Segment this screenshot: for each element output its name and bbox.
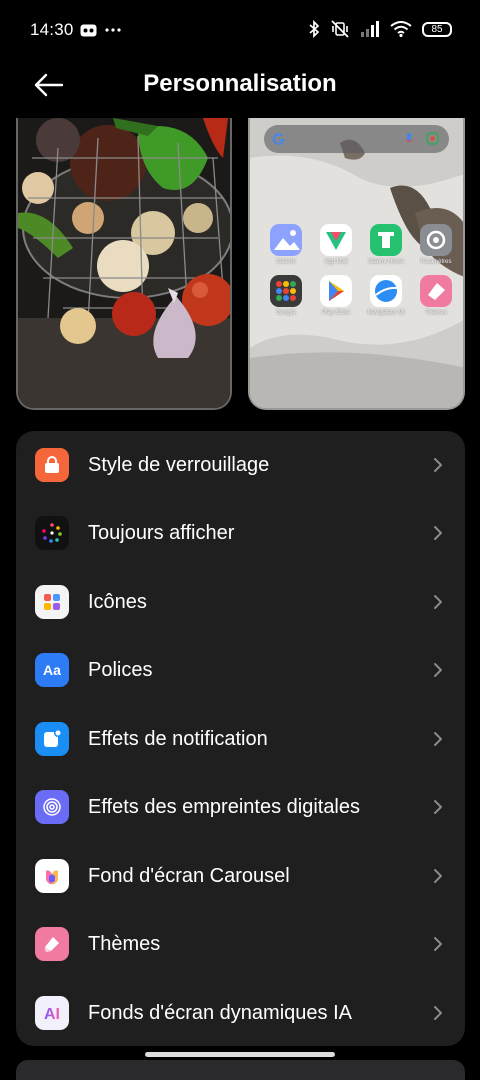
preview-app: App Mall	[314, 224, 358, 265]
settings-row[interactable]: Thèmes	[16, 910, 465, 978]
fingerprint-icon	[35, 790, 69, 824]
xiaomi-home-icon	[370, 224, 402, 256]
gallery-icon	[270, 224, 302, 256]
vibrate-off-icon	[331, 20, 349, 38]
chevron-right-icon	[434, 1006, 442, 1020]
settings-row[interactable]: Effets des empreintes digitales	[16, 773, 465, 841]
settings-row[interactable]: Icônes	[16, 568, 465, 636]
settings-row-label: Effets des empreintes digitales	[88, 795, 361, 818]
bluetooth-icon	[309, 20, 320, 38]
preview-app: Thèmes	[414, 275, 458, 316]
lock-icon	[35, 448, 69, 482]
preview-app-label: Xiaomi Home	[367, 259, 404, 265]
lock-screen-preview[interactable]	[16, 118, 232, 410]
settings-row[interactable]: AI Fonds d'écran dynamiques IA	[16, 979, 465, 1047]
app-mall-icon	[320, 224, 352, 256]
carousel-icon	[35, 859, 69, 893]
settings-list: Style de verrouillage Toujours afficher Ic…	[16, 431, 465, 1046]
mic-icon[interactable]	[405, 133, 413, 145]
settings-row-label: Polices	[88, 658, 153, 681]
preview-app-label: Navigateur Mi	[367, 310, 405, 316]
settings-row-label: Effets de notification	[88, 727, 268, 750]
themes-icon	[35, 927, 69, 961]
gesture-bar[interactable]	[145, 1052, 335, 1057]
settings-row-label: Fonds d'écran dynamiques IA	[88, 1001, 352, 1024]
ai-icon: AI	[35, 996, 69, 1030]
preview-app: Paramètres	[414, 224, 458, 265]
google-search-bar[interactable]	[264, 125, 449, 153]
settings-row[interactable]: Effets de notification	[16, 705, 465, 773]
notification-app-icon	[80, 24, 97, 36]
lock-screen-wallpaper	[18, 118, 230, 408]
app-grid: Galerie App Mall Xiaomi Home Paramètres Goog…	[264, 224, 454, 316]
chevron-right-icon	[434, 458, 442, 472]
google-logo-icon	[272, 133, 285, 145]
status-bar: 14:30 85	[0, 0, 480, 60]
settings-row[interactable]: Fond d'écran Carousel	[16, 842, 465, 910]
notification-icon	[35, 722, 69, 756]
chevron-right-icon	[434, 800, 442, 814]
chevron-right-icon	[434, 732, 442, 746]
preview-app: Xiaomi Home	[364, 224, 408, 265]
font-icon: Aa	[35, 653, 69, 687]
settings-row-label: Style de verrouillage	[88, 453, 270, 476]
wifi-icon	[390, 21, 412, 37]
always-on-display-icon	[35, 516, 69, 550]
preview-app: Navigateur Mi	[364, 275, 408, 316]
play-store-icon	[320, 275, 352, 307]
chevron-right-icon	[434, 937, 442, 951]
more-notifications-icon	[105, 28, 121, 32]
next-card-peek	[16, 1060, 465, 1080]
settings-row-label: Fond d'écran Carousel	[88, 864, 290, 887]
home-screen-preview[interactable]: Galerie App Mall Xiaomi Home Paramètres Goog…	[248, 118, 465, 410]
preview-app: Google	[264, 275, 308, 316]
chevron-right-icon	[434, 663, 442, 677]
preview-app: Play Store	[314, 275, 358, 316]
settings-row[interactable]: Style de verrouillage	[16, 431, 465, 499]
signal-icon	[361, 21, 379, 37]
header: Personnalisation	[0, 60, 480, 110]
preview-app-label: Paramètres	[420, 259, 452, 265]
preview-app-label: App Mall	[324, 259, 348, 265]
battery-indicator: 85	[422, 21, 452, 37]
preview-app-label: Play Store	[322, 310, 350, 316]
chevron-right-icon	[434, 526, 442, 540]
preview-app: Galerie	[264, 224, 308, 265]
svg-text:Aa: Aa	[43, 662, 61, 678]
themes-icon	[420, 275, 452, 307]
settings-row-label: Thèmes	[88, 932, 161, 955]
settings-icon	[420, 224, 452, 256]
settings-row[interactable]: Toujours afficher	[16, 499, 465, 567]
settings-row[interactable]: Aa Polices	[16, 636, 465, 704]
svg-text:AI: AI	[44, 1006, 60, 1023]
chevron-right-icon	[434, 595, 442, 609]
lens-icon[interactable]	[426, 132, 439, 145]
preview-app-label: Google	[276, 310, 296, 316]
page-title: Personnalisation	[143, 70, 337, 97]
preview-app-label: Galerie	[276, 259, 296, 265]
settings-row-label: Icônes	[88, 590, 147, 613]
browser-icon	[370, 275, 402, 307]
google-folder-icon	[270, 275, 302, 307]
status-time: 14:30	[30, 20, 74, 39]
preview-app-label: Thèmes	[425, 310, 447, 316]
settings-row-label: Toujours afficher	[88, 521, 235, 544]
icons-grid-icon	[35, 585, 69, 619]
chevron-right-icon	[434, 869, 442, 883]
